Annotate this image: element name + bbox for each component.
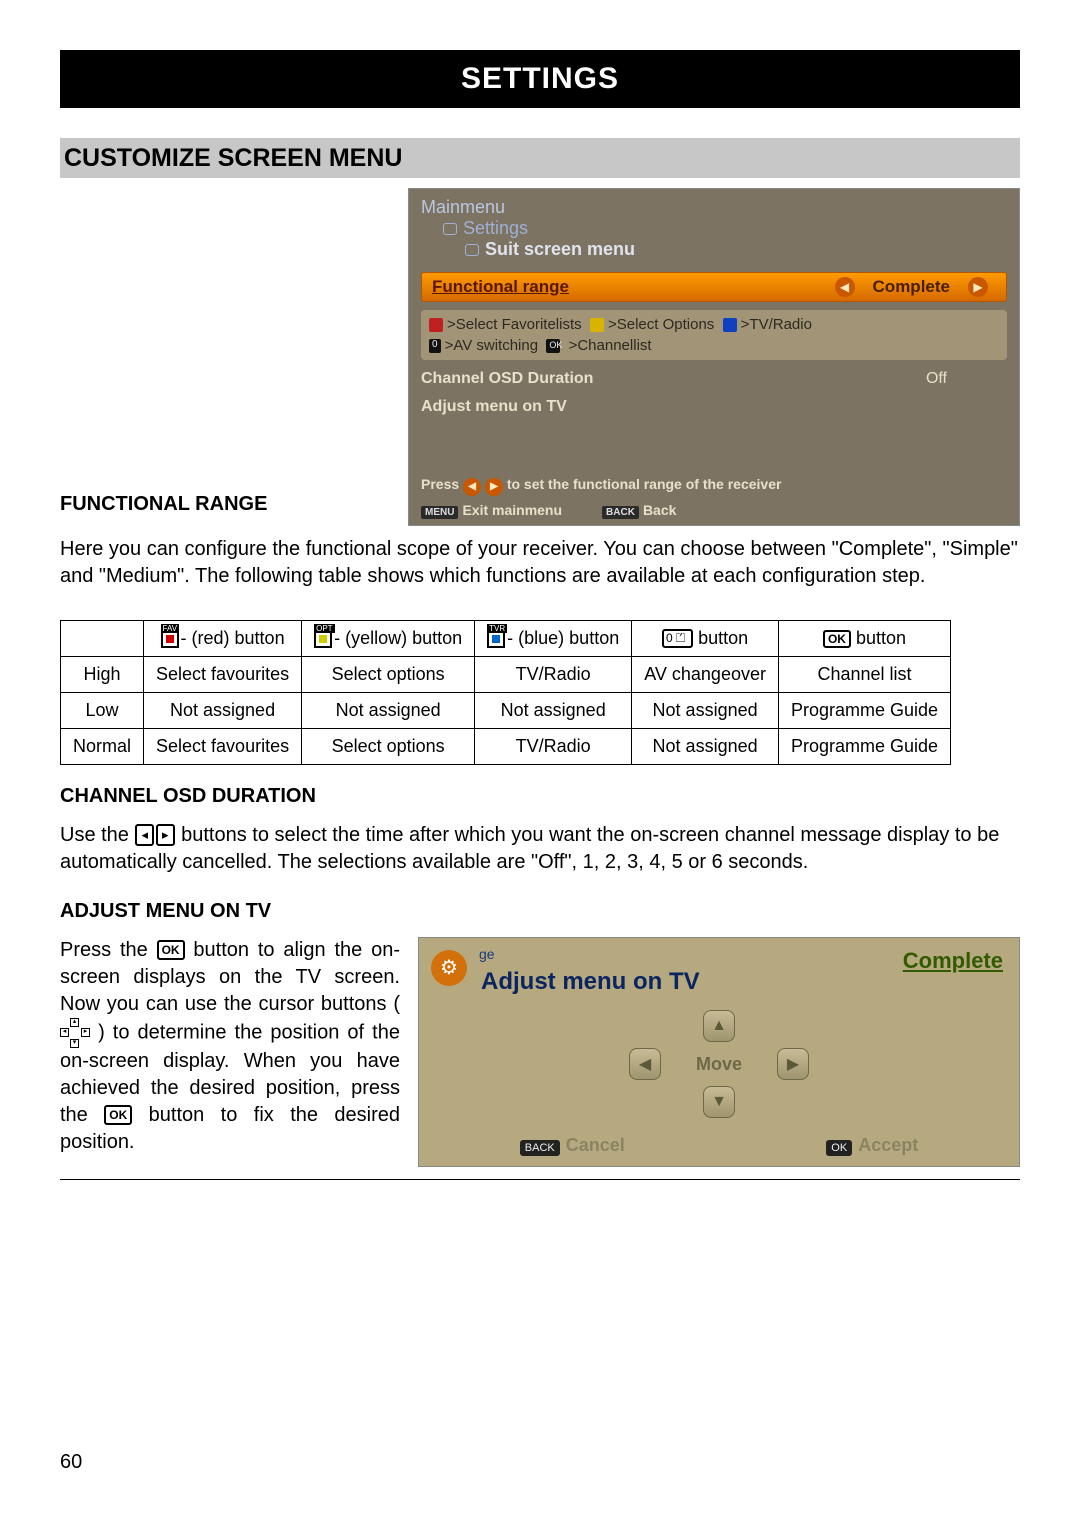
subhead-adjust-menu: ADJUST MENU ON TV (60, 900, 1020, 923)
menu-pill-icon: MENU (421, 506, 458, 519)
red-button-icon: FAV (161, 630, 179, 648)
move-label: Move (696, 1054, 742, 1075)
breadcrumb-partial: ge (479, 946, 495, 962)
arrow-right-icon[interactable]: ▶ (968, 277, 988, 297)
adjust-title: Adjust menu on TV (481, 968, 700, 996)
gear-icon: ⚙ (431, 950, 467, 986)
table-header-yellow: OPT- (yellow) button (302, 620, 475, 656)
breadcrumb-l3: Suit screen menu (421, 239, 1007, 260)
section-heading: CUSTOMIZE SCREEN MENU (64, 144, 402, 173)
table-row: Low Not assigned Not assigned Not assign… (61, 692, 951, 728)
row-label: Normal (61, 728, 144, 764)
ok-button-icon: OK (823, 630, 851, 648)
back-pill-icon: BACK (520, 1140, 560, 1156)
footer-separator (60, 1179, 1020, 1180)
arrow-up-button[interactable]: ▲ (703, 1010, 735, 1042)
back-pill-icon: BACK (602, 506, 639, 519)
arrow-left-icon: ◀ (463, 478, 481, 496)
tv-screenshot-suit-screen-menu: Mainmenu Settings Suit screen menu Funct… (408, 188, 1020, 526)
table-header-blue: TVR- (blue) button (475, 620, 632, 656)
selected-row-functional-range[interactable]: Functional range ◀ Complete ▶ (421, 272, 1007, 302)
table-row: Normal Select favourites Select options … (61, 728, 951, 764)
ok-pill-icon: OK (826, 1140, 852, 1156)
table-header-zero: 0 ⏍ button (632, 620, 779, 656)
row-label: Low (61, 692, 144, 728)
row-value: Complete (873, 277, 950, 297)
return-arrow-icon (443, 223, 457, 235)
arrow-right-icon: ▶ (485, 478, 503, 496)
ok-button-icon: OK (104, 1105, 132, 1125)
accept-hint: OKAccept (826, 1135, 918, 1156)
subhead-channel-osd: CHANNEL OSD DURATION (60, 785, 1020, 808)
yellow-chip-icon (590, 318, 604, 332)
row-channel-osd[interactable]: Channel OSD Duration Off (421, 370, 1007, 388)
page-title: SETTINGS (461, 62, 619, 96)
table-header-blank (61, 620, 144, 656)
right-button-icon: ▸ (156, 824, 175, 846)
row-label: High (61, 656, 144, 692)
cancel-hint: BACKCancel (520, 1135, 625, 1156)
breadcrumb-l1: Mainmenu (421, 197, 1007, 218)
ok-chip-icon: OK (546, 339, 560, 353)
section-heading-bar: CUSTOMIZE SCREEN MENU (60, 138, 1020, 178)
table-row: High Select favourites Select options TV… (61, 656, 951, 692)
blue-button-icon: TVR (487, 630, 505, 648)
arrow-left-icon[interactable]: ◀ (835, 277, 855, 297)
yellow-button-icon: OPT (314, 630, 332, 648)
blue-chip-icon (723, 318, 737, 332)
row-adjust-menu[interactable]: Adjust menu on TV (421, 398, 1007, 416)
red-chip-icon (429, 318, 443, 332)
page-number: 60 (60, 1451, 82, 1474)
page-title-bar: SETTINGS (60, 50, 1020, 108)
zero-chip-icon: 0 (429, 339, 441, 353)
cursor-buttons-icon: ▴▾◂▸ (60, 1018, 90, 1048)
arrow-left-button[interactable]: ◀ (629, 1048, 661, 1080)
breadcrumb-l2: Settings (421, 218, 1007, 239)
button-hints-box: >Select Favoritelists >Select Options >T… (421, 310, 1007, 360)
subhead-functional-range: FUNCTIONAL RANGE (60, 493, 390, 516)
hint-text: Press ◀ ▶ to set the functional range of… (421, 476, 1007, 496)
tv-screenshot-adjust-menu: ⚙ ge Complete Adjust menu on TV ▲ ▼ ◀ ▶ … (418, 937, 1020, 1167)
complete-label: Complete (903, 948, 1003, 974)
ok-button-icon: OK (157, 940, 185, 960)
left-button-icon: ◂ (135, 824, 154, 846)
adjust-menu-paragraph: Press the OK button to align the on-scre… (60, 937, 400, 1156)
row-label: Functional range (432, 277, 827, 297)
functional-range-paragraph: Here you can configure the functional sc… (60, 536, 1020, 590)
return-arrow-icon (465, 244, 479, 256)
zero-button-icon: 0 ⏍ (662, 629, 693, 648)
tv-footer: MENUExit mainmenu BACKBack (421, 502, 1007, 519)
arrow-down-button[interactable]: ▼ (703, 1086, 735, 1118)
button-assignment-table: FAV- (red) button OPT- (yellow) button T… (60, 620, 951, 765)
arrow-right-button[interactable]: ▶ (777, 1048, 809, 1080)
channel-osd-paragraph: Use the ◂▸ buttons to select the time af… (60, 822, 1020, 876)
table-header-red: FAV- (red) button (144, 620, 302, 656)
table-header-ok: OK button (778, 620, 950, 656)
